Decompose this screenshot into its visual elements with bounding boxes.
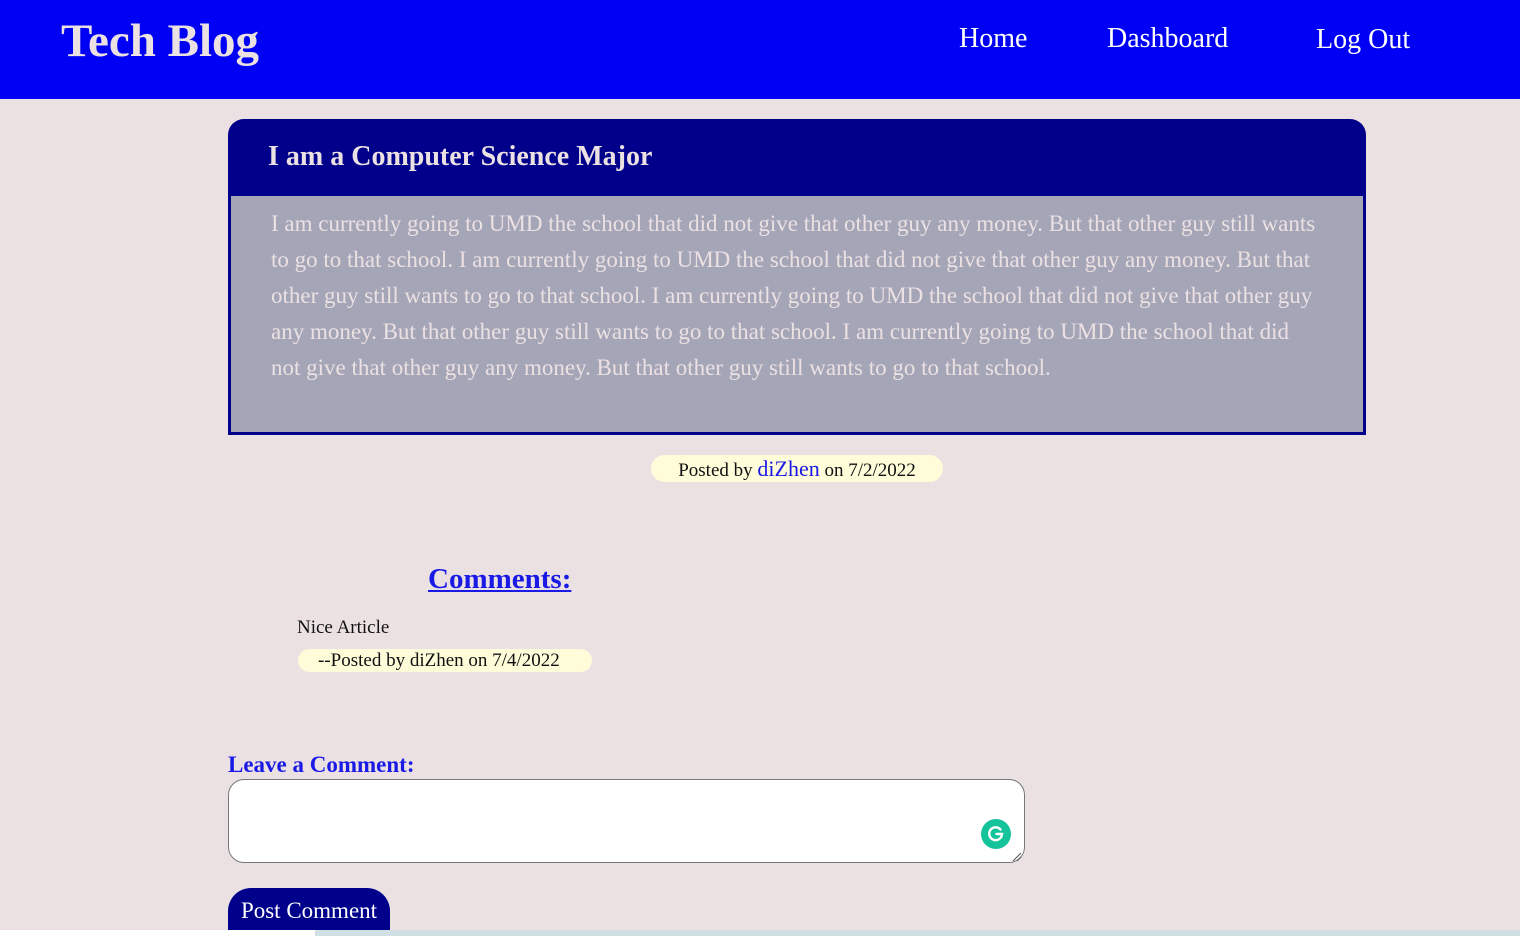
- post-date-prefix: on: [824, 460, 844, 481]
- post-header: I am a Computer Science Major: [228, 119, 1366, 196]
- horizontal-scrollbar[interactable]: [315, 930, 1520, 936]
- posted-by-label: Posted by: [678, 460, 753, 481]
- site-title: Tech Blog: [61, 15, 260, 67]
- post-title: I am a Computer Science Major: [268, 141, 653, 172]
- grammarly-icon[interactable]: [981, 819, 1011, 849]
- post-meta-badge: Posted by diZhen on 7/2/2022: [651, 455, 943, 482]
- leave-comment-label: Leave a Comment:: [228, 752, 415, 777]
- post-comment-button[interactable]: Post Comment: [228, 888, 390, 934]
- nav-dashboard-link[interactable]: Dashboard: [1107, 20, 1228, 58]
- comments-heading: Comments:: [428, 563, 572, 595]
- nav-home-link[interactable]: Home: [959, 20, 1027, 58]
- post-card: I am a Computer Science Major I am curre…: [228, 119, 1366, 435]
- comment-meta-badge: --Posted by diZhen on 7/4/2022: [298, 649, 592, 672]
- nav-logout-link[interactable]: Log Out: [1316, 21, 1410, 59]
- navbar: Tech Blog Home Dashboard Log Out: [0, 0, 1520, 99]
- resize-handle-icon[interactable]: [1011, 849, 1022, 862]
- post-body: I am currently going to UMD the school t…: [228, 196, 1366, 435]
- post-content: I am currently going to UMD the school t…: [271, 211, 1316, 380]
- post-date: 7/2/2022: [848, 460, 916, 481]
- comment-text: Nice Article: [297, 617, 390, 638]
- comment-textarea[interactable]: [228, 779, 1025, 863]
- post-author-link[interactable]: diZhen: [757, 456, 819, 481]
